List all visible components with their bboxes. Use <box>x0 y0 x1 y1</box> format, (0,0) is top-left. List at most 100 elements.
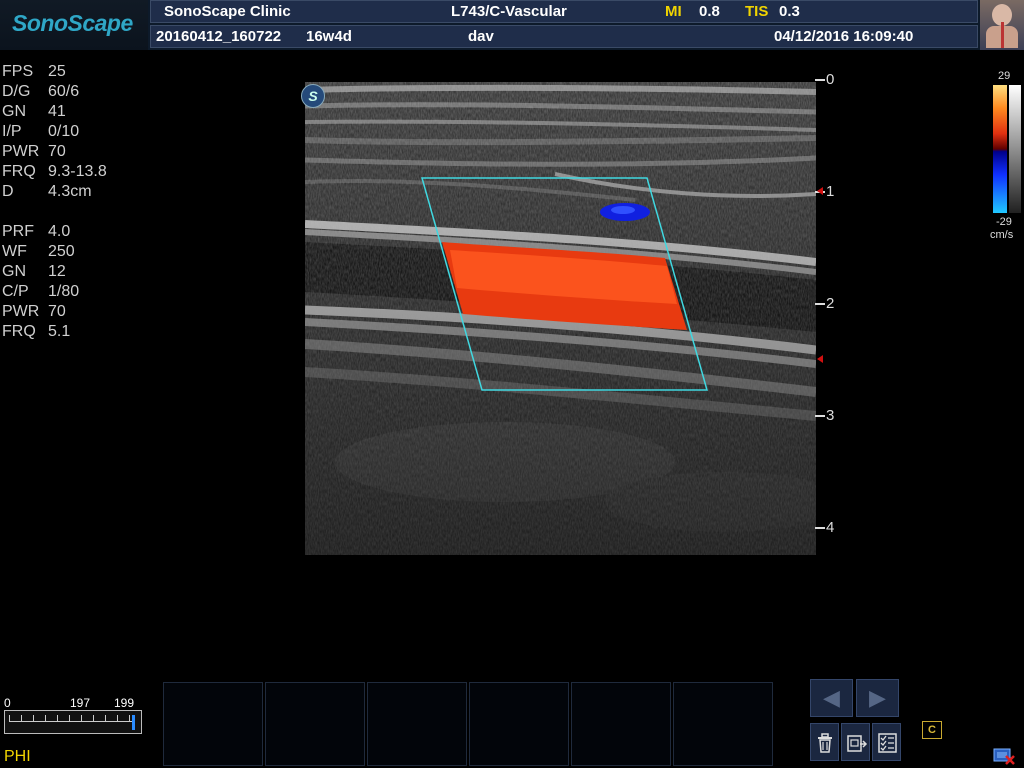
thumbnail-slot[interactable] <box>163 682 263 766</box>
trash-icon <box>818 733 832 753</box>
param-row-pwr: PWR 70 <box>2 302 107 322</box>
param-name: I/P <box>2 123 22 140</box>
imaging-parameters: FPS 25 D/G 60/6 GN 41 I/P 0/10 PWR 70 FRQ 9.3-13.8 D… <box>2 62 107 342</box>
param-name: PRF <box>2 223 34 240</box>
color-bar-min: -29 <box>996 216 1012 228</box>
param-name: PWR <box>2 303 40 320</box>
header-row-info: SonoScape Clinic L743/C-Vascular MI 0.8 … <box>150 0 978 23</box>
chevron-right-icon: ▶ <box>869 685 886 710</box>
slider-handle[interactable] <box>132 715 135 730</box>
exam-datetime: 04/12/2016 16:09:40 <box>774 28 914 45</box>
cine-icon[interactable]: C <box>922 721 942 739</box>
depth-label-0: 0 <box>826 71 835 88</box>
param-value: 4.0 <box>48 223 71 240</box>
color-bar-unit: cm/s <box>990 229 1014 241</box>
param-row-d: D 4.3cm <box>2 182 107 202</box>
ultrasound-image-canvas <box>305 82 816 555</box>
param-value: 12 <box>48 263 66 280</box>
color-bar-max: 29 <box>998 70 1011 82</box>
cine-frame-slider[interactable]: 0 197 199 <box>4 696 144 740</box>
anatomy-avatar-icon[interactable] <box>980 0 1024 50</box>
param-value: 70 <box>48 303 66 320</box>
param-name: D/G <box>2 83 31 100</box>
report-checklist-button[interactable] <box>872 723 901 761</box>
thumbnail-slot[interactable] <box>673 682 773 766</box>
param-value: 4.3cm <box>48 183 92 200</box>
param-row-prf: PRF 4.0 <box>2 222 107 242</box>
depth-tick <box>815 303 825 305</box>
next-page-button[interactable]: ▶ <box>856 679 899 717</box>
param-value: 0/10 <box>48 123 80 140</box>
param-name: GN <box>2 263 26 280</box>
param-row-frq: FRQ 9.3-13.8 <box>2 162 107 182</box>
depth-label-4: 4 <box>826 519 835 536</box>
param-value: 1/80 <box>48 283 80 300</box>
depth-label-1: 1 <box>826 183 835 200</box>
brand-logo-text: SonoScape <box>12 10 133 36</box>
focus-marker-icon[interactable] <box>817 187 823 195</box>
param-value: 25 <box>48 63 66 80</box>
param-row-wf: WF 250 <box>2 242 107 262</box>
tis-value: 0.3 <box>779 3 800 20</box>
depth-label-3: 3 <box>826 407 835 424</box>
param-row-frq: FRQ 5.1 <box>2 322 107 342</box>
mi-label: MI <box>665 3 682 20</box>
param-row-dg: D/G 60/6 <box>2 82 107 102</box>
param-name: PWR <box>2 143 40 160</box>
thumbnail-slot[interactable] <box>367 682 467 766</box>
slider-max: 199 <box>114 696 135 710</box>
export-button[interactable] <box>841 723 870 761</box>
operator-name: dav <box>468 28 494 45</box>
brand-logo: SonoScape <box>0 0 148 50</box>
param-value: 41 <box>48 103 66 120</box>
param-row-cp: C/P 1/80 <box>2 282 107 302</box>
slider-min: 0 <box>4 696 11 710</box>
export-icon <box>847 735 868 752</box>
slider-track[interactable] <box>4 710 142 734</box>
color-parameter-list: PRF 4.0 WF 250 GN 12 C/P 1/80 PWR 70 FRQ 5.1 <box>2 222 107 342</box>
image-mode-badge: S <box>301 84 325 108</box>
param-name: C/P <box>2 283 29 300</box>
depth-tick <box>815 527 825 529</box>
ultrasound-image[interactable] <box>305 82 816 555</box>
phi-label: PHI <box>4 748 31 765</box>
param-value: 5.1 <box>48 323 71 340</box>
thumbnail-slot[interactable] <box>571 682 671 766</box>
param-value: 60/6 <box>48 83 80 100</box>
checklist-icon <box>878 733 897 753</box>
avatar-vessel <box>1001 22 1004 48</box>
param-name: WF <box>2 243 27 260</box>
chevron-left-icon: ◀ <box>823 685 840 710</box>
probe-preset[interactable]: L743/C-Vascular <box>451 3 567 20</box>
param-row-fps: FPS 25 <box>2 62 107 82</box>
param-name: FRQ <box>2 323 36 340</box>
color-bar-gradient <box>993 85 1007 213</box>
param-row-gn: GN 41 <box>2 102 107 122</box>
param-row-gn: GN 12 <box>2 262 107 282</box>
param-value: 70 <box>48 143 66 160</box>
depth-tick <box>815 79 825 81</box>
prev-page-button[interactable]: ◀ <box>810 679 853 717</box>
delete-button[interactable] <box>810 723 839 761</box>
thumbnail-strip <box>163 682 775 766</box>
patient-id: 20160412_160722 <box>156 28 282 45</box>
slider-current: 197 <box>70 696 91 710</box>
header-row-patient: 20160412_160722 16w4d dav 04/12/2016 16:… <box>150 25 978 48</box>
depth-label-2: 2 <box>826 295 835 312</box>
bmode-parameter-list: FPS 25 D/G 60/6 GN 41 I/P 0/10 PWR 70 FRQ 9.3-13.8 D… <box>2 62 107 202</box>
param-name: GN <box>2 103 26 120</box>
top-header: SonoScape SonoScape Clinic L743/C-Vascul… <box>0 0 1024 50</box>
parameter-gap <box>2 202 107 222</box>
param-value: 9.3-13.8 <box>48 163 107 180</box>
focus-marker-icon[interactable] <box>817 355 823 363</box>
tis-label: TIS <box>745 3 769 20</box>
param-name: D <box>2 183 14 200</box>
param-row-pwr: PWR 70 <box>2 142 107 162</box>
clinic-name: SonoScape Clinic <box>164 3 291 20</box>
usb-device-icon[interactable] <box>993 745 1015 765</box>
gestational-age: 16w4d <box>306 28 352 45</box>
thumbnail-slot[interactable] <box>469 682 569 766</box>
param-name: FRQ <box>2 163 36 180</box>
thumbnail-slot[interactable] <box>265 682 365 766</box>
gray-bar-gradient <box>1009 85 1021 213</box>
